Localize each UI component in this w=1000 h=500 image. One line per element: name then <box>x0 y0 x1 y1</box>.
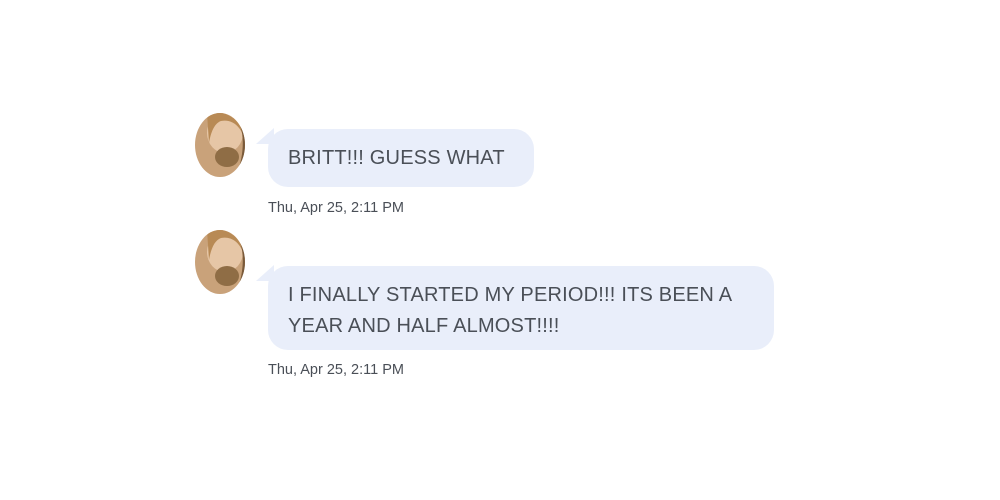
message-bubble[interactable]: I FINALLY STARTED MY PERIOD!!! ITS BEEN … <box>268 266 774 350</box>
message-timestamp: Thu, Apr 25, 2:11 PM <box>268 362 404 378</box>
message-timestamp: Thu, Apr 25, 2:11 PM <box>268 200 404 216</box>
contact-avatar[interactable] <box>195 113 245 177</box>
message-text: I FINALLY STARTED MY PERIOD!!! ITS BEEN … <box>288 284 732 337</box>
message-thread: BRITT!!! GUESS WHAT Thu, Apr 25, 2:11 PM… <box>0 0 1000 500</box>
message-text: BRITT!!! GUESS WHAT <box>288 147 505 169</box>
message-bubble[interactable]: BRITT!!! GUESS WHAT <box>268 129 534 187</box>
avatar-photo-icon <box>195 113 245 177</box>
contact-avatar[interactable] <box>195 230 245 294</box>
avatar-photo-icon <box>195 230 245 294</box>
